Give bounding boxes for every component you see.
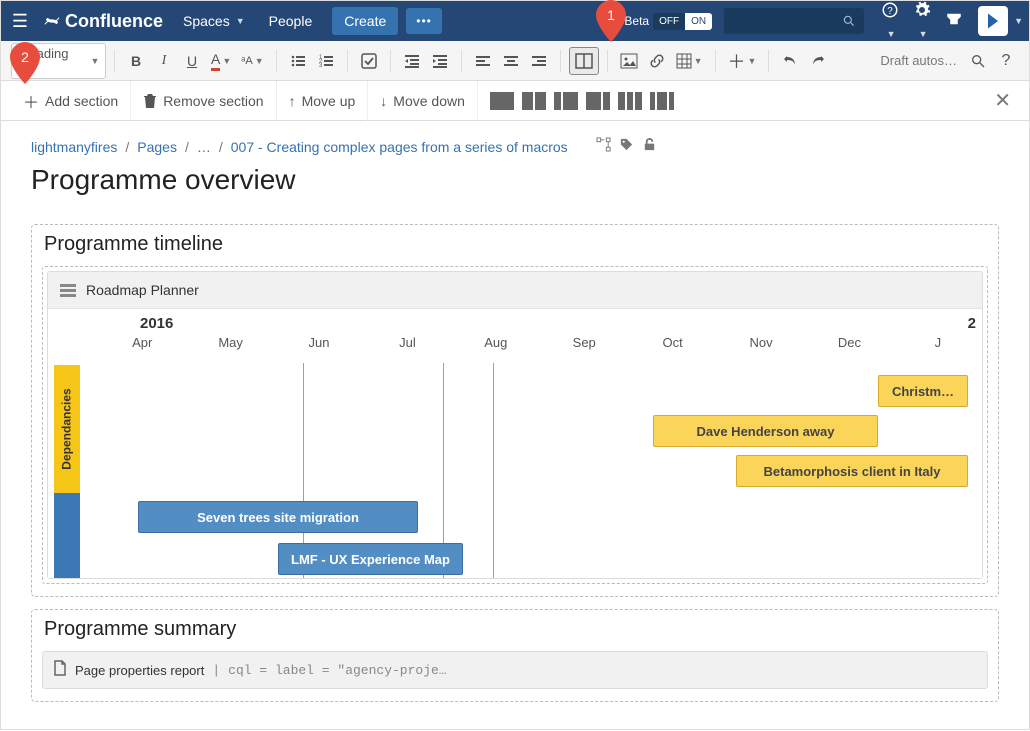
toggle-off[interactable]: OFF: [653, 13, 685, 30]
undo-button[interactable]: [777, 47, 803, 75]
restrictions-icon[interactable]: [642, 137, 657, 156]
month-label: Aug: [452, 335, 540, 350]
text-color-button[interactable]: A▼: [207, 47, 235, 75]
roadmap-bar[interactable]: Christm…: [878, 375, 968, 407]
months-row: AprMayJunJulAugSepOctNovDecJ: [98, 335, 982, 350]
roadmap-bar[interactable]: Dave Henderson away: [653, 415, 878, 447]
month-label: Oct: [628, 335, 716, 350]
more-button[interactable]: •••: [406, 8, 442, 34]
trash-icon: [143, 93, 157, 109]
toggle-on[interactable]: ON: [685, 13, 712, 30]
create-button[interactable]: Create: [332, 7, 398, 35]
marker-line: [493, 363, 494, 578]
indent-button[interactable]: [427, 47, 453, 75]
month-label: Jul: [363, 335, 451, 350]
brand-text: Confluence: [65, 11, 163, 32]
settings-icon[interactable]: ▼: [908, 1, 936, 42]
layout-two-right[interactable]: [586, 92, 610, 110]
month-label: Apr: [98, 335, 186, 350]
confluence-icon: [43, 12, 61, 30]
page-properties-icon: [53, 660, 67, 680]
move-down-button[interactable]: ↓Move down: [368, 81, 478, 121]
help-button[interactable]: ?: [993, 47, 1019, 75]
nav-spaces[interactable]: Spaces▼: [173, 1, 255, 41]
page-properties-macro[interactable]: Page properties report | cql = label = "…: [42, 651, 988, 689]
add-section-button[interactable]: ＋Add section: [11, 81, 131, 121]
roadmap-bar[interactable]: Seven trees site migration: [138, 501, 418, 533]
panel-heading-summary[interactable]: Programme summary: [44, 618, 988, 641]
breadcrumb-page[interactable]: 007 - Creating complex pages from a seri…: [231, 139, 568, 155]
page-tree-icon[interactable]: [596, 137, 611, 156]
summary-panel[interactable]: Programme summary Page properties report…: [31, 609, 999, 702]
insert-image-button[interactable]: [616, 47, 642, 75]
layout-single[interactable]: [490, 92, 514, 110]
layout-two-left[interactable]: [554, 92, 578, 110]
insert-more-button[interactable]: ＋▼: [724, 47, 761, 75]
insert-table-button[interactable]: ▼: [672, 47, 707, 75]
beta-toggle[interactable]: Beta OFF ON: [624, 13, 712, 30]
month-label: Dec: [805, 335, 893, 350]
page-layout-button[interactable]: [569, 47, 599, 75]
breadcrumbs: lightmanyfires/ Pages/ …/ 007 - Creating…: [31, 137, 999, 156]
next-year-label: 2: [968, 315, 976, 332]
layout-three-equal[interactable]: [618, 92, 642, 110]
outdent-button[interactable]: [399, 47, 425, 75]
layout-two-equal[interactable]: [522, 92, 546, 110]
task-list-button[interactable]: [356, 47, 382, 75]
month-label: Sep: [540, 335, 628, 350]
breadcrumb-pages[interactable]: Pages: [137, 139, 177, 155]
more-formatting-button[interactable]: ᵃA▼: [237, 47, 267, 75]
italic-button[interactable]: I: [151, 47, 177, 75]
inbox-icon[interactable]: [940, 10, 968, 33]
editor-content: lightmanyfires/ Pages/ …/ 007 - Creating…: [1, 121, 1029, 731]
month-label: May: [186, 335, 274, 350]
top-nav: ☰ Confluence Spaces▼ People Create ••• B…: [1, 1, 1029, 41]
nav-people[interactable]: People: [259, 1, 323, 41]
svg-text:3: 3: [319, 63, 323, 69]
bold-button[interactable]: B: [123, 47, 149, 75]
month-label: J: [894, 335, 982, 350]
find-replace-button[interactable]: [965, 47, 991, 75]
underline-button[interactable]: U: [179, 47, 205, 75]
month-label: Jun: [275, 335, 363, 350]
breadcrumb-space[interactable]: lightmanyfires: [31, 139, 117, 155]
remove-section-button[interactable]: Remove section: [131, 81, 276, 121]
search-input[interactable]: [724, 8, 864, 34]
search-icon: [842, 14, 856, 28]
swimlane-projects: [54, 493, 80, 578]
numbered-list-button[interactable]: 123: [313, 47, 339, 75]
roadmap-body: 2016 2 AprMayJunJulAugSepOctNovDecJ Depe…: [48, 308, 982, 578]
close-layout-button[interactable]: ✕: [986, 88, 1019, 113]
align-center-button[interactable]: [498, 47, 524, 75]
swimlane-dependancies: Dependancies: [54, 365, 80, 493]
roadmap-bar[interactable]: Betamorphosis client in Italy: [736, 455, 968, 487]
timeline-panel[interactable]: Programme timeline Roadmap Planner 2016 …: [31, 224, 999, 597]
section-toolbar: ＋Add section Remove section ↑Move up ↓Mo…: [1, 81, 1029, 121]
align-right-button[interactable]: [526, 47, 552, 75]
page-title[interactable]: Programme overview: [31, 164, 999, 196]
month-label: Nov: [717, 335, 805, 350]
panel-heading-timeline[interactable]: Programme timeline: [44, 233, 988, 256]
editor-toolbar: Heading 2▼ B I U A▼ ᵃA▼ 123 ▼ ＋▼ Draft a…: [1, 41, 1029, 81]
app-switcher[interactable]: [978, 6, 1008, 36]
roadmap-bar[interactable]: LMF - UX Experience Map: [278, 543, 463, 575]
menu-icon[interactable]: ☰: [7, 11, 33, 32]
redo-button[interactable]: [805, 47, 831, 75]
bullet-list-button[interactable]: [285, 47, 311, 75]
year-label: 2016: [140, 315, 173, 332]
insert-link-button[interactable]: [644, 47, 670, 75]
layout-three-sidebars[interactable]: [650, 92, 674, 110]
roadmap-macro[interactable]: Roadmap Planner 2016 2 AprMayJunJulAugSe…: [47, 271, 983, 579]
svg-text:?: ?: [887, 5, 893, 16]
align-left-button[interactable]: [470, 47, 496, 75]
macro-title: Roadmap Planner: [86, 282, 199, 298]
paragraph-style-select[interactable]: Heading 2▼: [11, 43, 106, 79]
labels-icon[interactable]: [619, 137, 634, 156]
roadmap-icon: [60, 283, 76, 297]
breadcrumb-ellipsis[interactable]: …: [197, 139, 211, 155]
move-up-button[interactable]: ↑Move up: [277, 81, 369, 121]
help-icon[interactable]: ? ▼: [876, 1, 904, 42]
confluence-logo[interactable]: Confluence: [37, 11, 169, 32]
autosave-status: Draft autos…: [880, 53, 957, 68]
